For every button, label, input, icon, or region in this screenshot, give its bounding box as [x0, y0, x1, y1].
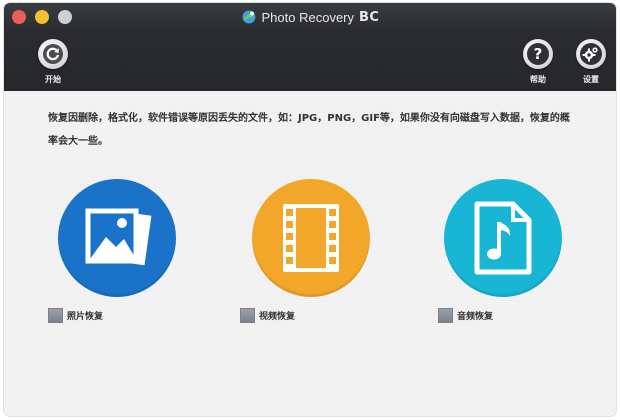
help-label: 帮助: [530, 75, 546, 84]
help-icon: ?: [523, 39, 553, 69]
audio-recovery-button[interactable]: [444, 179, 562, 297]
video-recovery-button[interactable]: [252, 179, 370, 297]
main-content: 恢复因删除，格式化，软件错误等原因丢失的文件，如：JPG，PNG，GIF等，如果…: [4, 91, 616, 416]
video-recovery-option: 视频恢复: [240, 179, 380, 329]
app-window: Photo Recovery BC 开始 ? 帮助 设置 恢复因删除，格式化，软…: [4, 3, 616, 416]
video-recovery-checkbox[interactable]: 视频恢复: [240, 308, 295, 323]
description-text: 恢复因删除，格式化，软件错误等原因丢失的文件，如：JPG，PNG，GIF等，如果…: [48, 113, 570, 147]
audio-recovery-checkbox[interactable]: 音频恢复: [438, 308, 493, 323]
video-recovery-label: 视频恢复: [259, 312, 296, 322]
photo-icon: [85, 208, 152, 266]
photo-recovery-checkbox[interactable]: 照片恢复: [48, 308, 103, 323]
checkbox-box: [48, 308, 63, 323]
app-logo-icon: [242, 10, 256, 24]
app-edition: BC: [359, 9, 380, 25]
app-title: Photo Recovery: [261, 9, 355, 25]
film-icon: [283, 204, 339, 272]
checkbox-box: [240, 308, 255, 323]
photo-recovery-option: 照片恢复: [48, 179, 188, 329]
photo-recovery-button[interactable]: [58, 179, 176, 297]
checkbox-box: [438, 308, 453, 323]
settings-label: 设置: [583, 75, 599, 84]
start-label: 开始: [45, 75, 61, 84]
window-title: Photo Recovery BC: [4, 7, 616, 27]
music-file-icon: [474, 201, 532, 275]
settings-button[interactable]: 设置: [569, 39, 613, 89]
help-button[interactable]: ? 帮助: [516, 39, 560, 89]
refresh-icon: [38, 39, 68, 69]
gear-icon: [576, 39, 606, 69]
toolbar: Photo Recovery BC 开始 ? 帮助 设置: [4, 3, 616, 91]
start-button[interactable]: 开始: [31, 39, 75, 89]
photo-recovery-label: 照片恢复: [67, 312, 104, 322]
svg-text:?: ?: [534, 45, 543, 63]
audio-recovery-label: 音频恢复: [457, 312, 494, 322]
audio-recovery-option: 音频恢复: [438, 179, 578, 329]
